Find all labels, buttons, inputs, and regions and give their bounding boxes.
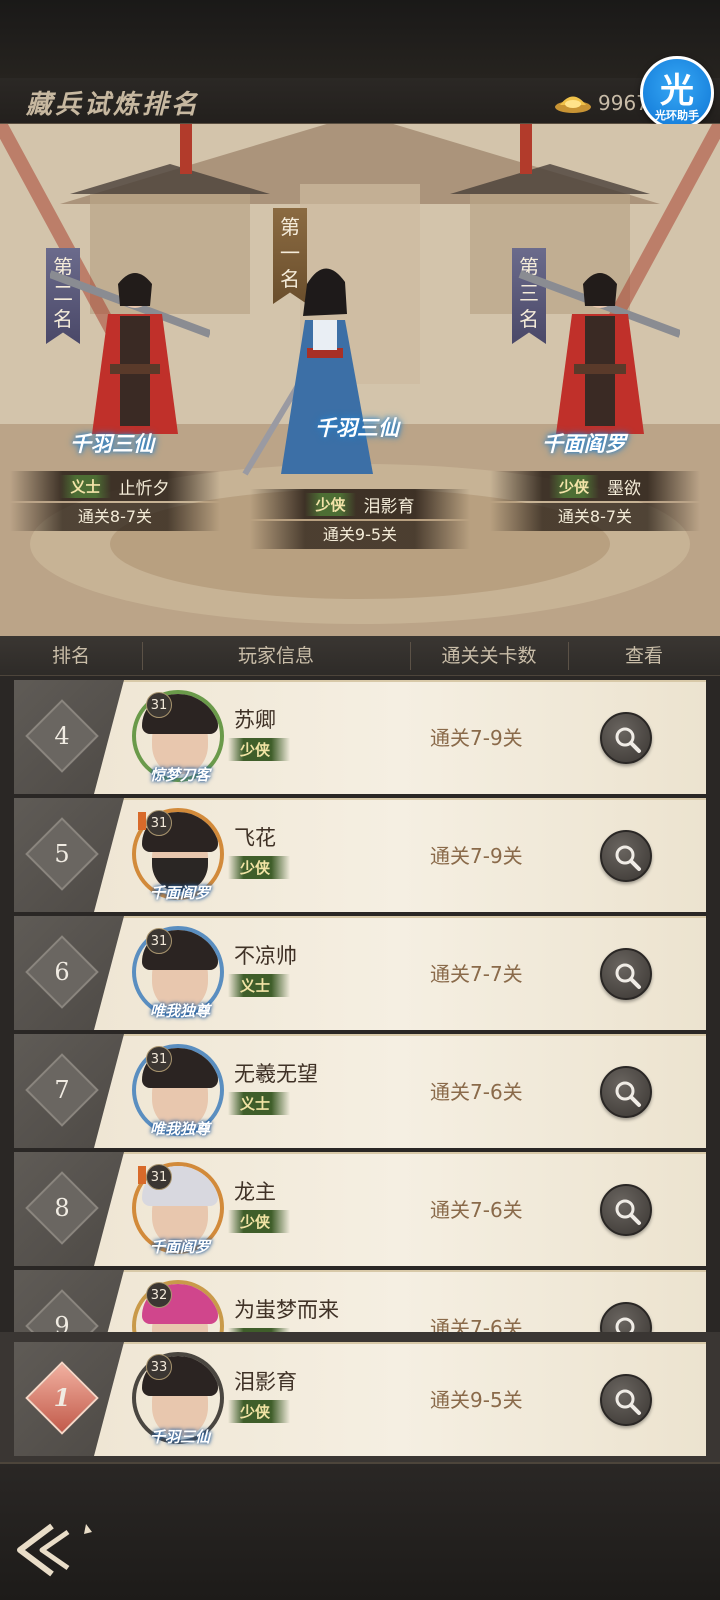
avatar-guild-tag: 唯我独尊 xyxy=(149,1002,210,1020)
hero-title-first: 少侠 xyxy=(305,492,356,516)
stage-cleared: 通关7-6关 xyxy=(430,1198,523,1222)
player-title: 义士 xyxy=(228,974,291,997)
avatar-guild-tag: 千面阎罗 xyxy=(149,1238,210,1256)
player-name: 泪影育 xyxy=(234,1370,297,1394)
view-button[interactable] xyxy=(600,1184,652,1236)
hero-title-second: 义士 xyxy=(60,474,111,498)
stage-cleared: 通关7-9关 xyxy=(430,726,523,750)
status-area xyxy=(0,0,720,78)
level-badge: 31 xyxy=(146,810,172,836)
page-title: 藏兵试炼排名 xyxy=(26,90,201,120)
rank-number: 5 xyxy=(54,840,70,868)
ranking-row: 7 31 唯我独尊 无羲无望 义士 通关7-6关 xyxy=(14,1034,706,1148)
stage-cleared: 通关7-6关 xyxy=(430,1080,523,1104)
view-button[interactable] xyxy=(600,830,652,882)
column-player-info: 玩家信息 xyxy=(237,645,314,667)
hero-nameplate-first: 少侠 泪影育 xyxy=(250,489,470,519)
avatar-guild-tag: 唯我独尊 xyxy=(149,1120,210,1138)
rank-number: 1 xyxy=(53,1383,71,1412)
level-badge: 31 xyxy=(146,692,172,718)
stage-cleared: 通关9-5关 xyxy=(430,1388,523,1412)
bottom-bar xyxy=(0,1462,720,1600)
stage-cleared: 通关7-9关 xyxy=(430,844,523,868)
view-button[interactable] xyxy=(600,1374,652,1426)
gold-ingot-icon xyxy=(555,96,591,113)
header-bar: 藏兵试炼排名 9967 xyxy=(0,78,720,124)
ranking-list[interactable]: 4 31 惊梦刀客 苏卿 少侠 通关7-9关 5 31 千面阎罗 飞花 少侠 通… xyxy=(0,676,720,1362)
hero-nameplate-third: 少侠 墨欲 xyxy=(490,471,700,501)
rank-number: 4 xyxy=(54,722,70,750)
magnifier-icon xyxy=(615,727,641,753)
hero-guild-first: 千羽三仙 xyxy=(315,415,399,440)
column-stage: 通关关卡数 xyxy=(441,645,537,667)
hero-name-third: 墨欲 xyxy=(607,478,641,499)
level-badge: 31 xyxy=(146,1164,172,1190)
back-arrow-icon xyxy=(17,1523,92,1577)
hero-name-first: 泪影育 xyxy=(363,496,415,517)
level-badge: 31 xyxy=(146,1046,172,1072)
avatar-guild-tag: 千面阎罗 xyxy=(149,884,210,902)
player-title: 少侠 xyxy=(228,1400,291,1423)
ranking-row: 5 31 千面阎罗 飞花 少侠 通关7-9关 xyxy=(14,798,706,912)
rank-number: 8 xyxy=(54,1194,70,1222)
level-badge: 31 xyxy=(146,928,172,954)
player-title: 少侠 xyxy=(228,1210,291,1233)
player-name: 苏卿 xyxy=(234,708,276,732)
stage-cleared: 通关7-7关 xyxy=(430,962,523,986)
avatar-flag-icon xyxy=(138,812,146,830)
hero-guild-third: 千面阎罗 xyxy=(542,431,626,456)
player-title: 少侠 xyxy=(228,738,291,761)
rank-number: 7 xyxy=(54,1076,70,1104)
helper-badge-text: 光环助手 xyxy=(655,109,699,122)
magnifier-icon xyxy=(615,1199,641,1225)
player-name: 不凉帅 xyxy=(234,944,297,968)
magnifier-icon xyxy=(615,963,641,989)
avatar-guild-tag: 千羽三仙 xyxy=(149,1428,210,1446)
player-name: 为蚩梦而来 xyxy=(234,1298,339,1322)
podium-first[interactable]: 第一名 千羽三仙 xyxy=(242,204,455,534)
column-rank: 排名 xyxy=(51,645,90,667)
magnifier-icon xyxy=(615,1389,641,1415)
ranking-row: 6 31 唯我独尊 不凉帅 义士 通关7-7关 xyxy=(14,916,706,1030)
view-button[interactable] xyxy=(600,1066,652,1118)
magnifier-icon xyxy=(615,1081,641,1107)
hero-guild-second: 千羽三仙 xyxy=(70,431,154,456)
hero-name-second: 止忻夕 xyxy=(118,478,170,499)
top-three-podium: 第二名 千羽三仙 义士 止忻夕 通关8-7关 第一名 千羽三仙 少侠 泪影育 通… xyxy=(0,124,720,636)
hero-nameplate-second: 义士 止忻夕 xyxy=(10,471,220,501)
hero-stage-second: 通关8-7关 xyxy=(10,503,220,531)
back-button[interactable] xyxy=(14,1520,98,1580)
view-button[interactable] xyxy=(600,712,652,764)
helper-app-badge[interactable]: 光 光环助手 xyxy=(640,56,714,130)
hero-stage-first: 通关9-5关 xyxy=(250,521,470,549)
player-name: 无羲无望 xyxy=(234,1062,318,1086)
helper-badge-char: 光 xyxy=(660,71,694,111)
rank-number: 6 xyxy=(54,958,70,986)
my-ranking-row: 1 33 千羽三仙 泪影育 少侠 通关9-5关 xyxy=(14,1342,706,1456)
player-title: 少侠 xyxy=(228,856,291,879)
player-title: 义士 xyxy=(228,1092,291,1115)
hero-title-third: 少侠 xyxy=(548,474,599,498)
my-ranking-bar: 1 33 千羽三仙 泪影育 少侠 通关9-5关 xyxy=(0,1332,720,1462)
player-name: 龙主 xyxy=(234,1180,276,1204)
level-badge: 33 xyxy=(146,1354,172,1380)
ranking-row: 4 31 惊梦刀客 苏卿 少侠 通关7-9关 xyxy=(14,680,706,794)
column-view: 查看 xyxy=(624,645,663,667)
player-name: 飞花 xyxy=(234,826,276,850)
level-badge: 32 xyxy=(146,1282,172,1308)
avatar-guild-tag: 惊梦刀客 xyxy=(149,766,210,784)
ranking-column-header: 排名 玩家信息 通关关卡数 查看 xyxy=(0,636,720,676)
ranking-row: 8 31 千面阎罗 龙主 少侠 通关7-6关 xyxy=(14,1152,706,1266)
view-button[interactable] xyxy=(600,948,652,1000)
magnifier-icon xyxy=(615,845,641,871)
avatar-flag-icon xyxy=(138,1166,146,1184)
hero-stage-third: 通关8-7关 xyxy=(490,503,700,531)
hero-figure-first xyxy=(242,268,373,476)
